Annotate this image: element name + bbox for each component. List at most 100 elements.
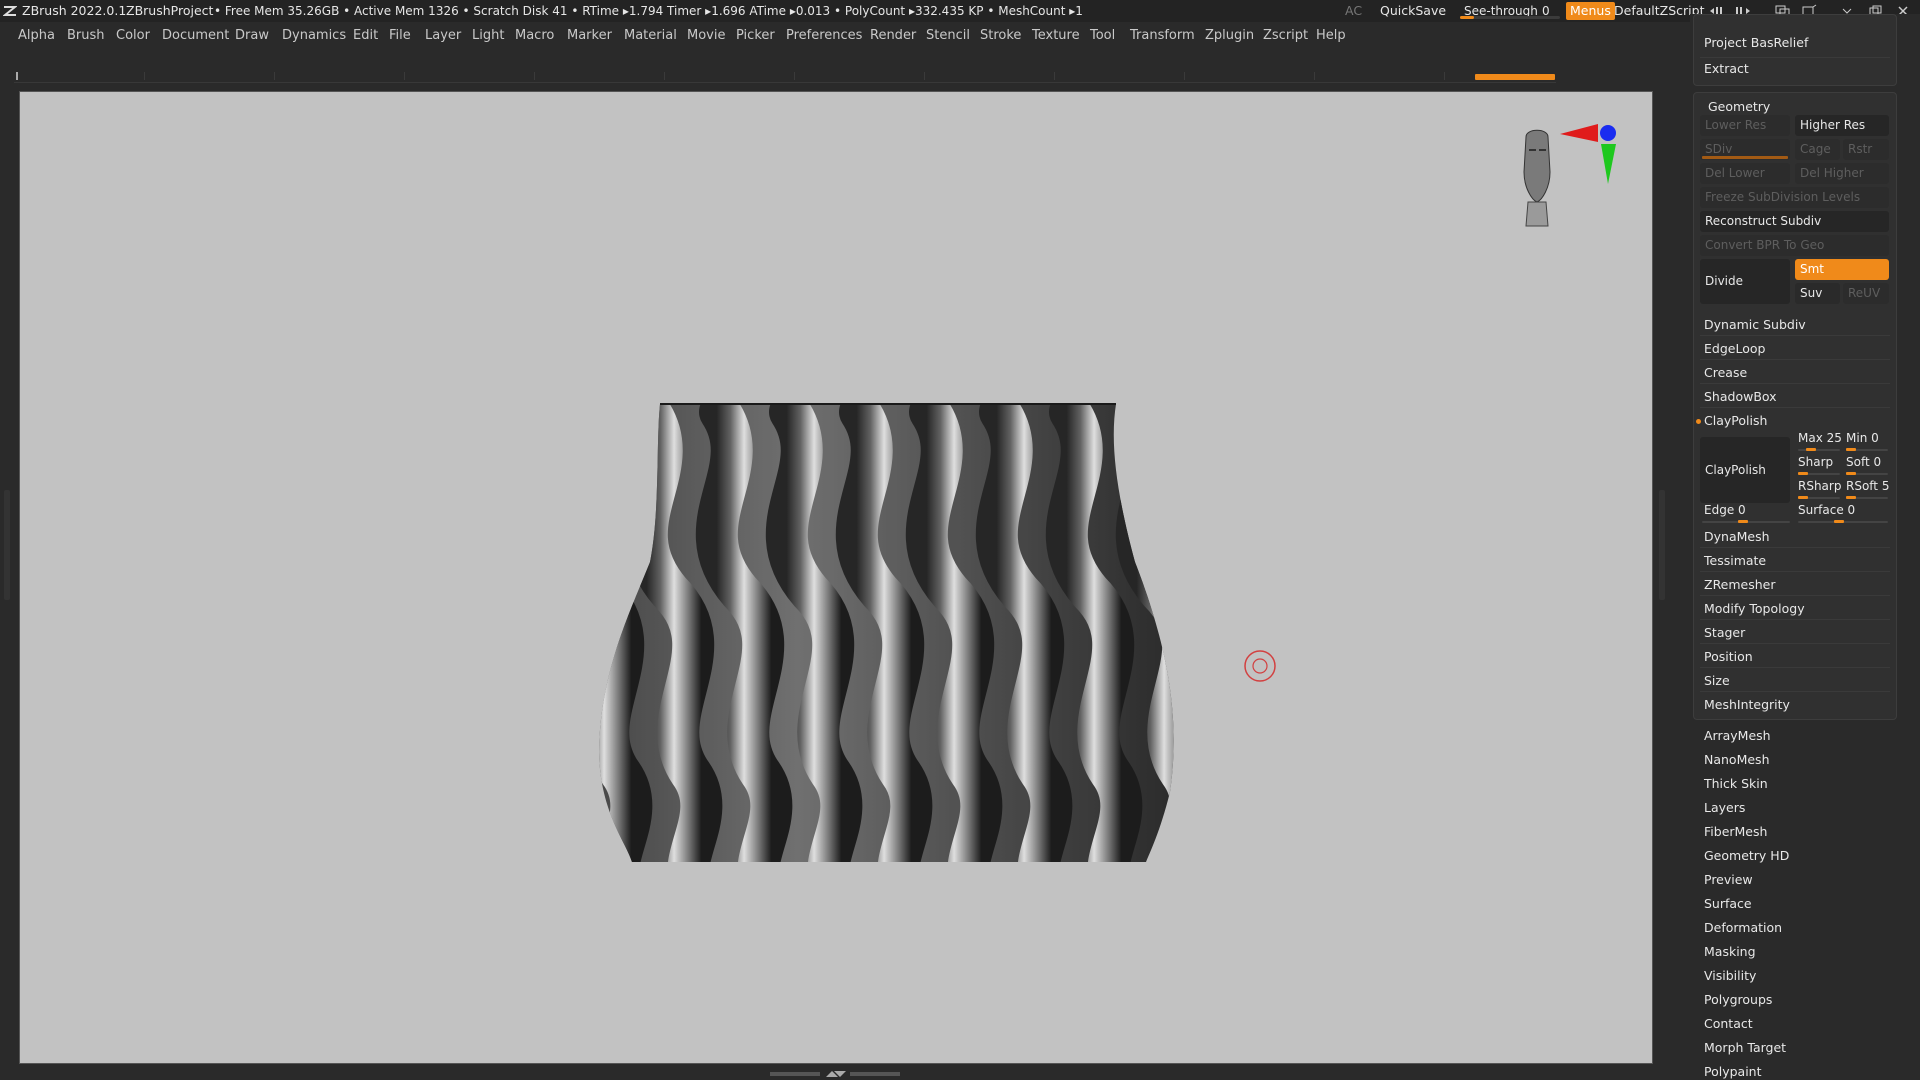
subpalette-visibility[interactable]: Visibility (1704, 968, 1756, 983)
freeze-subdivision-button[interactable]: Freeze SubDivision Levels (1700, 187, 1889, 208)
menu-document[interactable]: Document (162, 22, 229, 50)
menu-alpha[interactable]: Alpha (18, 22, 55, 50)
convert-bpr-button[interactable]: Convert BPR To Geo (1700, 235, 1889, 256)
geometry-subpalette: Geometry Lower Res Higher Res SDiv Cage … (1693, 92, 1897, 720)
project-name: ZBrushProject (126, 3, 214, 18)
size-button[interactable]: Size (1704, 673, 1730, 688)
bottom-tray-handle[interactable] (770, 1070, 900, 1078)
crease-button[interactable]: Crease (1704, 365, 1747, 380)
menu-picker[interactable]: Picker (736, 22, 775, 50)
menus-toggle[interactable]: Menus (1566, 2, 1615, 20)
min-slider[interactable]: Min 0 (1846, 431, 1879, 445)
cage-button[interactable]: Cage (1795, 139, 1840, 160)
zbrush-logo-icon (3, 6, 17, 16)
menu-transform[interactable]: Transform (1130, 22, 1195, 50)
tool-palette: Project BasRelief Extract Geometry Lower… (1690, 14, 1920, 1080)
zremesher-button[interactable]: ZRemesher (1704, 577, 1776, 592)
menu-macro[interactable]: Macro (515, 22, 554, 50)
sdiv-slider-fill (1702, 156, 1788, 159)
menu-draw[interactable]: Draw (235, 22, 269, 50)
menu-material[interactable]: Material (624, 22, 677, 50)
quicksave-button[interactable]: QuickSave (1380, 0, 1446, 22)
left-tray-handle[interactable] (4, 490, 10, 600)
menu-dynamics[interactable]: Dynamics (282, 22, 346, 50)
subpalette-geometry-hd[interactable]: Geometry HD (1704, 848, 1789, 863)
position-button[interactable]: Position (1704, 649, 1753, 664)
shadowbox-button[interactable]: ShadowBox (1704, 389, 1777, 404)
stager-button[interactable]: Stager (1704, 625, 1745, 640)
subpalette-surface[interactable]: Surface (1704, 896, 1752, 911)
subpalette-fibermesh[interactable]: FiberMesh (1704, 824, 1767, 839)
soft-slider[interactable]: Soft 0 (1846, 455, 1881, 469)
brush-cursor-icon (1244, 650, 1276, 682)
modify-topology-button[interactable]: Modify Topology (1704, 601, 1805, 616)
subpalette-preview[interactable]: Preview (1704, 872, 1753, 887)
ac-toggle[interactable]: AC (1345, 0, 1362, 22)
edgeloop-button[interactable]: EdgeLoop (1704, 341, 1765, 356)
subpalette-polygroups[interactable]: Polygroups (1704, 992, 1772, 1007)
shelf-start-marker (16, 72, 18, 80)
menu-color[interactable]: Color (116, 22, 150, 50)
menu-zplugin[interactable]: Zplugin (1205, 22, 1254, 50)
subpalette-layers[interactable]: Layers (1704, 800, 1745, 815)
subpalette-morph-target[interactable]: Morph Target (1704, 1040, 1786, 1055)
rsoft-slider[interactable]: RSoft 5 (1846, 479, 1889, 493)
canvas-viewport[interactable] (19, 91, 1653, 1064)
app-title: ZBrush 2022.0.1 (22, 3, 127, 18)
menu-texture[interactable]: Texture (1032, 22, 1080, 50)
divide-button[interactable]: Divide (1700, 259, 1790, 304)
menu-zscript[interactable]: Zscript (1263, 22, 1308, 50)
menu-brush[interactable]: Brush (67, 22, 105, 50)
menu-marker[interactable]: Marker (567, 22, 612, 50)
shelf-active-indicator (1475, 74, 1555, 80)
suv-toggle[interactable]: Suv (1795, 283, 1840, 304)
extract-button[interactable]: Extract (1704, 61, 1749, 76)
tessimate-button[interactable]: Tessimate (1704, 553, 1766, 568)
palette-top-group: Project BasRelief Extract (1693, 14, 1897, 86)
claypolish-button[interactable]: ClayPolish (1700, 437, 1790, 503)
dynamic-subdiv-button[interactable]: Dynamic Subdiv (1704, 317, 1806, 332)
menu-edit[interactable]: Edit (353, 22, 378, 50)
subpalette-arraymesh[interactable]: ArrayMesh (1704, 728, 1771, 743)
surface-slider[interactable]: Surface 0 (1798, 503, 1855, 517)
edge-slider[interactable]: Edge 0 (1704, 503, 1746, 517)
subpalette-deformation[interactable]: Deformation (1704, 920, 1782, 935)
right-tray-handle[interactable] (1659, 490, 1665, 600)
del-higher-button[interactable]: Del Higher (1795, 163, 1889, 184)
top-shelf[interactable] (14, 72, 1556, 83)
subpalette-contact[interactable]: Contact (1704, 1016, 1753, 1031)
reuv-toggle[interactable]: ReUV (1843, 283, 1889, 304)
rstr-button[interactable]: Rstr (1843, 139, 1889, 160)
menu-stroke[interactable]: Stroke (980, 22, 1021, 50)
claypolish-header[interactable]: ClayPolish (1704, 413, 1767, 428)
project-basrelief-button[interactable]: Project BasRelief (1704, 35, 1808, 50)
menu-render[interactable]: Render (870, 22, 916, 50)
subpalette-polypaint[interactable]: Polypaint (1704, 1064, 1762, 1079)
subpalette-nanomesh[interactable]: NanoMesh (1704, 752, 1770, 767)
title-bar: ZBrush 2022.0.1 ZBrushProject • Free Mem… (0, 0, 1920, 22)
memory-stats: • Free Mem 35.26GB • Active Mem 1326 • S… (214, 4, 1083, 18)
lower-res-button[interactable]: Lower Res (1700, 115, 1790, 136)
menu-light[interactable]: Light (472, 22, 504, 50)
geometry-header[interactable]: Geometry (1708, 99, 1770, 114)
menu-stencil[interactable]: Stencil (926, 22, 970, 50)
sharp-slider[interactable]: Sharp (1798, 455, 1833, 469)
menu-help[interactable]: Help (1316, 22, 1346, 50)
menu-tool[interactable]: Tool (1090, 22, 1115, 50)
menu-preferences[interactable]: Preferences (786, 22, 862, 50)
rsharp-slider[interactable]: RSharp (1798, 479, 1841, 493)
smt-toggle[interactable]: Smt (1795, 259, 1889, 280)
see-through-slider[interactable]: See-through 0 (1460, 2, 1560, 20)
higher-res-button[interactable]: Higher Res (1795, 115, 1889, 136)
max-slider[interactable]: Max 25 (1798, 431, 1842, 445)
menu-layer[interactable]: Layer (425, 22, 461, 50)
subpalette-masking[interactable]: Masking (1704, 944, 1756, 959)
reconstruct-subdiv-button[interactable]: Reconstruct Subdiv (1700, 211, 1889, 232)
del-lower-button[interactable]: Del Lower (1700, 163, 1790, 184)
subpalette-thick-skin[interactable]: Thick Skin (1704, 776, 1768, 791)
menu-file[interactable]: File (389, 22, 411, 50)
orientation-gizmo-icon[interactable] (1523, 124, 1616, 227)
dynamesh-button[interactable]: DynaMesh (1704, 529, 1770, 544)
meshintegrity-button[interactable]: MeshIntegrity (1704, 697, 1790, 712)
menu-movie[interactable]: Movie (687, 22, 725, 50)
